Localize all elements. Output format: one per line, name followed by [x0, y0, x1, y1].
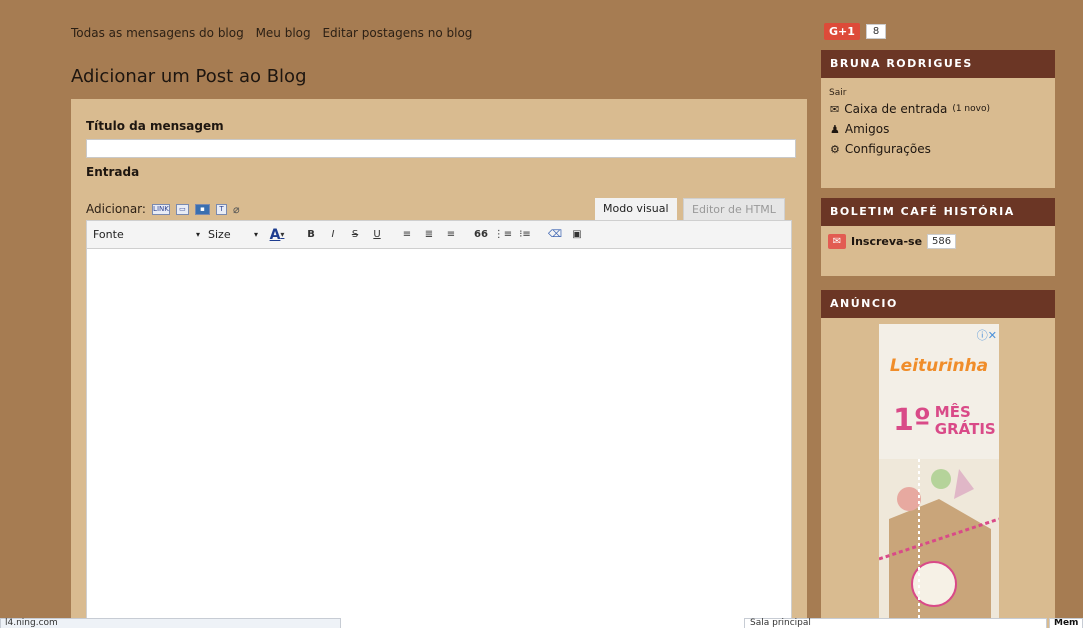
underline-button[interactable]: U — [367, 226, 387, 244]
title-label: Título da mensagem — [86, 119, 224, 133]
subscribe-button[interactable]: Inscreva-se — [851, 235, 922, 248]
font-select-value: Fonte — [93, 228, 124, 241]
post-editor-panel: Título da mensagem Entrada Adicionar: LI… — [71, 99, 807, 628]
link-icon[interactable]: LINK — [151, 203, 170, 215]
numbered-list-icon[interactable]: ⁝≡ — [515, 226, 535, 244]
friends-label: Amigos — [844, 122, 890, 136]
bullet-list-icon[interactable]: ⋮≡ — [493, 226, 513, 244]
align-left-icon[interactable]: ≡ — [397, 226, 417, 244]
user-name-header: BRUNA RODRIGUES — [821, 50, 1055, 78]
align-center-icon[interactable]: ≣ — [419, 226, 439, 244]
italic-button[interactable]: I — [323, 226, 343, 244]
image-icon[interactable]: ▭ — [175, 203, 189, 215]
settings-link[interactable]: ⚙ Configurações — [821, 138, 1055, 158]
ad-close-icon[interactable]: ⓘ✕ — [977, 327, 997, 343]
entry-label: Entrada — [86, 165, 140, 179]
gplus-button[interactable]: G+1 — [824, 23, 860, 40]
top-navigation: Todas as mensagens do blog Meu blog Edit… — [71, 26, 480, 40]
mail-icon: ✉ — [828, 234, 846, 249]
tab-visual-mode[interactable]: Modo visual — [595, 198, 677, 220]
attach-icon[interactable]: ⌀ — [233, 203, 240, 216]
eraser-icon[interactable]: ⌫ — [545, 226, 565, 244]
chevron-down-icon: ▾ — [195, 230, 200, 239]
envelope-icon: ✉ — [830, 102, 840, 116]
ad-promo-line2: GRÁTIS — [934, 420, 996, 438]
gear-icon: ⚙ — [830, 142, 840, 156]
status-url: l4.ning.com — [0, 618, 341, 628]
nav-link-all-posts[interactable]: Todas as mensagens do blog — [71, 26, 244, 40]
strikethrough-button[interactable]: S — [345, 226, 365, 244]
editor-toolbar: Fonte ▾ Size ▾ A ▾ B I S U ≡ ≣ ≡ 66 ⋮≡ ⁝≡… — [86, 220, 792, 249]
nav-link-my-blog[interactable]: Meu blog — [256, 26, 311, 40]
quote-button[interactable]: 66 — [471, 226, 491, 244]
person-icon: ♟ — [830, 122, 840, 136]
ad-brand-logo: Leiturinha — [889, 356, 989, 376]
ad-banner[interactable]: ⓘ✕ Leiturinha 1º MÊS GRÁTIS — [879, 324, 999, 628]
size-select-value: Size — [208, 228, 231, 241]
friends-link[interactable]: ♟ Amigos — [821, 118, 1055, 138]
inbox-new-count: (1 novo) — [952, 104, 990, 114]
user-widget: BRUNA RODRIGUES Sair ✉ Caixa de entrada … — [821, 50, 1055, 188]
ad-header: ANÚNCIO — [821, 290, 1055, 318]
newsletter-header: BOLETIM CAFÉ HISTÓRIA — [821, 198, 1055, 226]
font-color-icon: A — [269, 226, 281, 243]
align-right-icon[interactable]: ≡ — [441, 226, 461, 244]
font-select[interactable]: Fonte ▾ — [89, 226, 204, 243]
add-media-row: Adicionar: LINK ▭ ▪ T ⌀ — [86, 202, 240, 216]
size-select[interactable]: Size ▾ — [204, 226, 262, 243]
chevron-down-icon: ▾ — [253, 230, 258, 239]
add-label: Adicionar: — [86, 202, 146, 216]
members-tab[interactable]: Mem — [1049, 618, 1083, 628]
ad-promo: 1º MÊS GRÁTIS — [893, 404, 996, 438]
ad-widget: ANÚNCIO ⓘ✕ Leiturinha 1º MÊS GRÁTIS — [821, 290, 1055, 628]
logout-link[interactable]: Sair — [821, 78, 1055, 98]
settings-label: Configurações — [844, 142, 931, 156]
video-icon[interactable]: ▪ — [194, 203, 210, 215]
subscriber-count: 586 — [927, 234, 957, 249]
chat-room-bar[interactable]: Sala principal — [744, 618, 1047, 628]
post-title-input[interactable] — [86, 139, 796, 158]
inbox-link[interactable]: ✉ Caixa de entrada (1 novo) — [821, 98, 1055, 118]
inbox-label: Caixa de entrada — [844, 102, 948, 116]
gplus-widget: G+1 8 — [824, 23, 887, 40]
newsletter-widget: BOLETIM CAFÉ HISTÓRIA ✉ Inscreva-se 586 — [821, 198, 1055, 276]
bold-button[interactable]: B — [301, 226, 321, 244]
fullscreen-icon[interactable]: ▣ — [567, 226, 587, 244]
subscribe-row: ✉ Inscreva-se 586 — [828, 234, 957, 249]
font-color-button[interactable]: A ▾ — [263, 226, 291, 244]
text-icon[interactable]: T — [215, 203, 227, 215]
ad-promo-line1: MÊS — [934, 403, 971, 421]
nav-link-edit-posts[interactable]: Editar postagens no blog — [322, 26, 472, 40]
ad-promo-number: 1º — [893, 403, 931, 438]
editor-body[interactable] — [86, 249, 792, 628]
page-title: Adicionar um Post ao Blog — [71, 66, 307, 87]
ad-illustration — [879, 459, 999, 628]
gplus-count: 8 — [865, 24, 887, 39]
tab-html-editor[interactable]: Editor de HTML — [683, 198, 785, 220]
